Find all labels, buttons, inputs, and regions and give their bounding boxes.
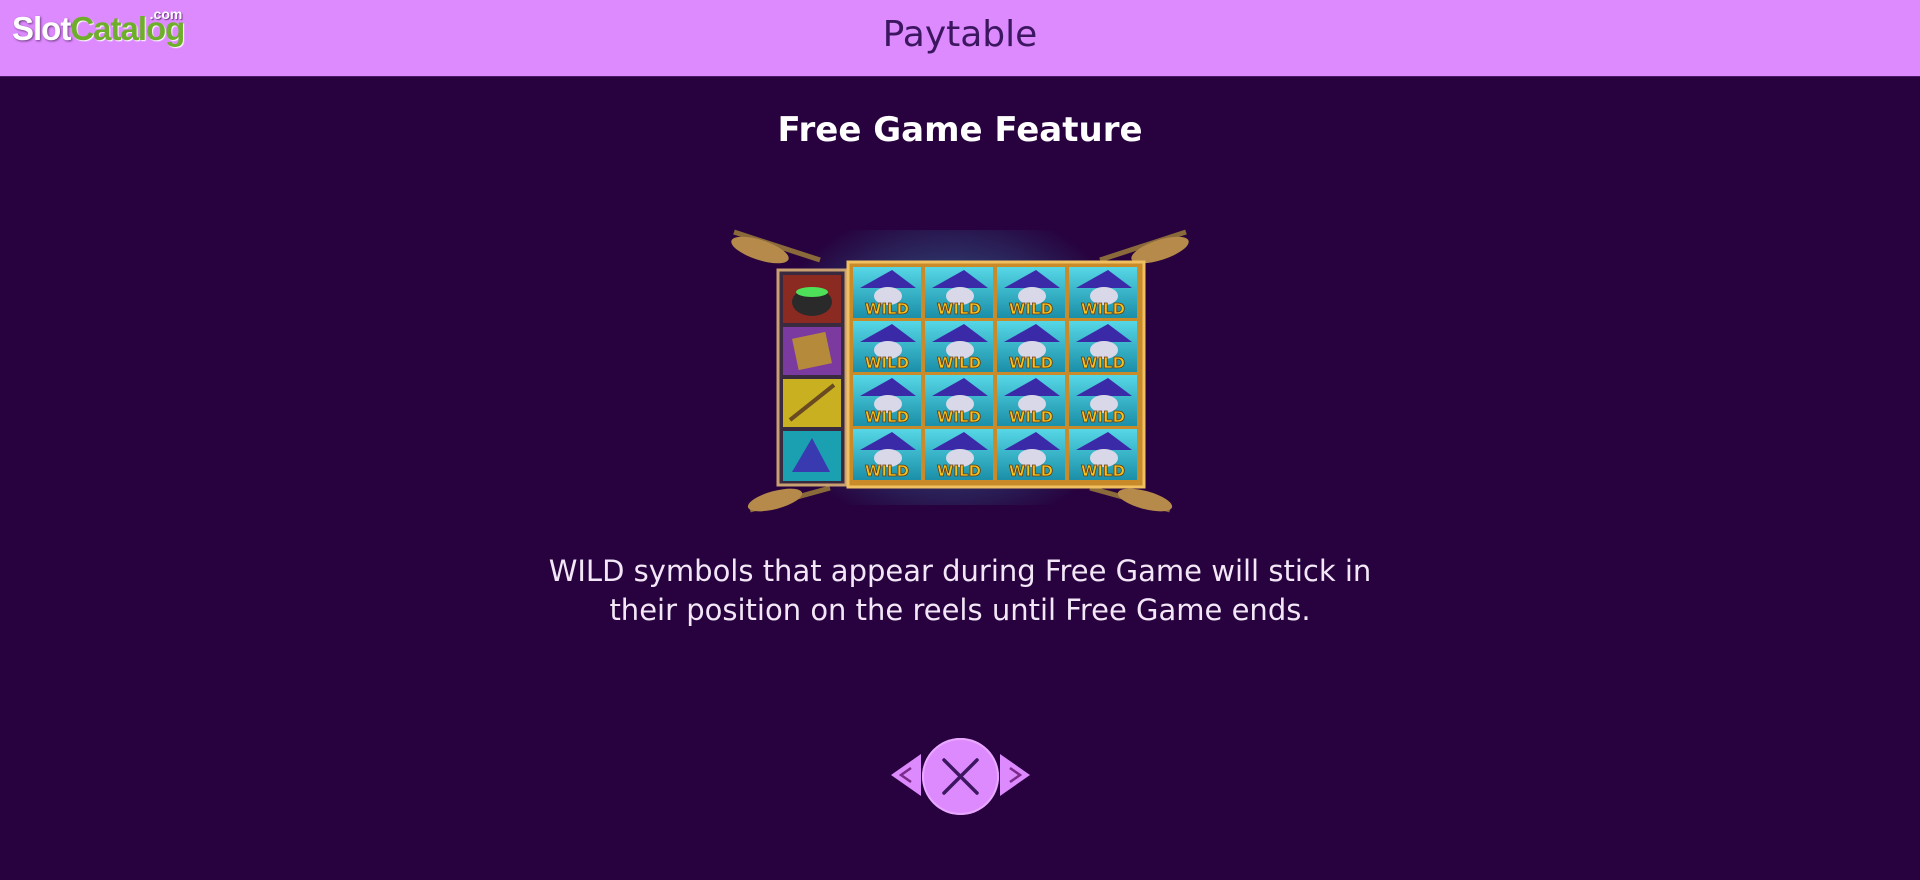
close-icon bbox=[942, 758, 979, 795]
section-title: Free Game Feature bbox=[777, 110, 1143, 150]
wild-label: WILD bbox=[865, 300, 909, 318]
wild-symbol: WILD bbox=[1069, 429, 1137, 480]
description-line-2: their position on the reels until Free G… bbox=[609, 593, 1311, 627]
wild-label: WILD bbox=[937, 354, 981, 372]
header-bar: SlotCatalog .com Paytable bbox=[0, 0, 1920, 77]
wild-label: WILD bbox=[937, 462, 981, 480]
broom-icon bbox=[783, 379, 841, 427]
wild-symbol: WILD bbox=[997, 321, 1065, 372]
wild-symbol: WILD bbox=[925, 267, 993, 318]
wild-label: WILD bbox=[865, 408, 909, 426]
wild-label: WILD bbox=[1009, 462, 1053, 480]
wild-label: WILD bbox=[1081, 462, 1125, 480]
wild-label: WILD bbox=[1009, 354, 1053, 372]
wild-label: WILD bbox=[865, 354, 909, 372]
wild-symbol: WILD bbox=[1069, 375, 1137, 426]
wild-symbol: WILD bbox=[997, 429, 1065, 480]
wild-label: WILD bbox=[937, 408, 981, 426]
wild-label: WILD bbox=[1081, 300, 1125, 318]
page-title: Paytable bbox=[882, 14, 1038, 55]
spellbook-icon bbox=[783, 327, 841, 375]
wild-label: WILD bbox=[865, 462, 909, 480]
wild-label: WILD bbox=[1009, 408, 1053, 426]
wild-symbol: WILD bbox=[925, 375, 993, 426]
close-button[interactable] bbox=[922, 738, 999, 815]
description-line-1: WILD symbols that appear during Free Gam… bbox=[548, 554, 1372, 588]
wild-symbol: WILD bbox=[853, 375, 921, 426]
witch-hat-icon bbox=[783, 431, 841, 481]
wild-symbol: WILD bbox=[853, 429, 921, 480]
wild-symbol: WILD bbox=[1069, 267, 1137, 318]
chevron-left-icon[interactable] bbox=[889, 752, 923, 798]
wild-label: WILD bbox=[1081, 408, 1125, 426]
wild-symbol: WILD bbox=[997, 375, 1065, 426]
chevron-right-icon[interactable] bbox=[998, 752, 1032, 798]
free-game-reels-image: WILD WILD WILD WILD WILD WILD WILD WILD WILD WILD… bbox=[731, 229, 1189, 513]
cauldron-icon bbox=[783, 275, 841, 323]
wild-label: WILD bbox=[1009, 300, 1053, 318]
wild-symbol: WILD bbox=[853, 267, 921, 318]
wild-label: WILD bbox=[1081, 354, 1125, 372]
wild-symbol: WILD bbox=[1069, 321, 1137, 372]
wild-symbol: WILD bbox=[925, 321, 993, 372]
wild-symbol: WILD bbox=[997, 267, 1065, 318]
wild-symbol: WILD bbox=[853, 321, 921, 372]
wild-symbol: WILD bbox=[925, 429, 993, 480]
wild-label: WILD bbox=[937, 300, 981, 318]
feature-description: WILD symbols that appear during Free Gam… bbox=[460, 552, 1460, 630]
